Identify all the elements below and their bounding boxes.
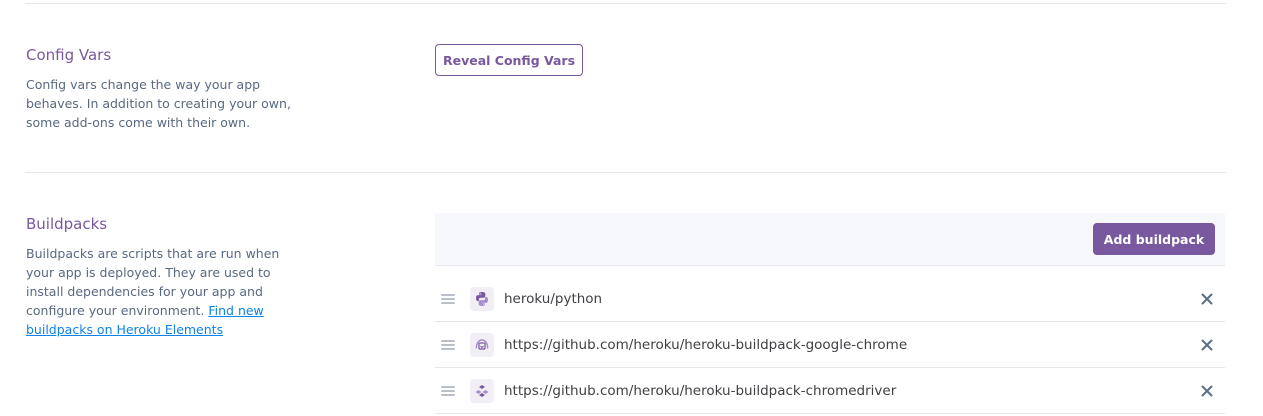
remove-icon[interactable] [1199, 291, 1215, 307]
python-icon [470, 286, 494, 311]
buildpacks-description: Buildpacks are scripts that are run when… [26, 244, 306, 339]
divider [25, 3, 1226, 4]
buildpack-row: heroku/python [435, 276, 1225, 322]
buildpack-name: heroku/python [504, 290, 603, 307]
reveal-config-vars-button[interactable]: Reveal Config Vars [435, 44, 583, 76]
chromedriver-buildpack-icon [470, 378, 494, 403]
config-vars-description: Config vars change the way your app beha… [26, 77, 291, 130]
drag-handle-icon[interactable] [441, 385, 455, 396]
drag-handle-icon[interactable] [441, 339, 455, 350]
remove-icon[interactable] [1199, 337, 1215, 353]
divider [25, 172, 1226, 173]
buildpack-name: https://github.com/heroku/heroku-buildpa… [504, 336, 908, 353]
buildpacks-title: Buildpacks [26, 215, 108, 233]
buildpack-list: heroku/python https://github.com/heroku/… [435, 276, 1225, 414]
buildpack-row: https://github.com/heroku/heroku-buildpa… [435, 368, 1225, 414]
chrome-buildpack-icon [470, 332, 494, 357]
buildpack-row: https://github.com/heroku/heroku-buildpa… [435, 322, 1225, 368]
remove-icon[interactable] [1199, 383, 1215, 399]
buildpacks-panel: Add buildpack heroku/python https://gith… [435, 213, 1225, 416]
settings-page: Config Vars Config vars change the way y… [0, 0, 1263, 416]
config-vars-title: Config Vars [26, 46, 112, 64]
buildpack-name: https://github.com/heroku/heroku-buildpa… [504, 382, 897, 399]
add-buildpack-button[interactable]: Add buildpack [1093, 223, 1215, 255]
drag-handle-icon[interactable] [441, 293, 455, 304]
buildpacks-panel-header: Add buildpack [435, 213, 1225, 266]
